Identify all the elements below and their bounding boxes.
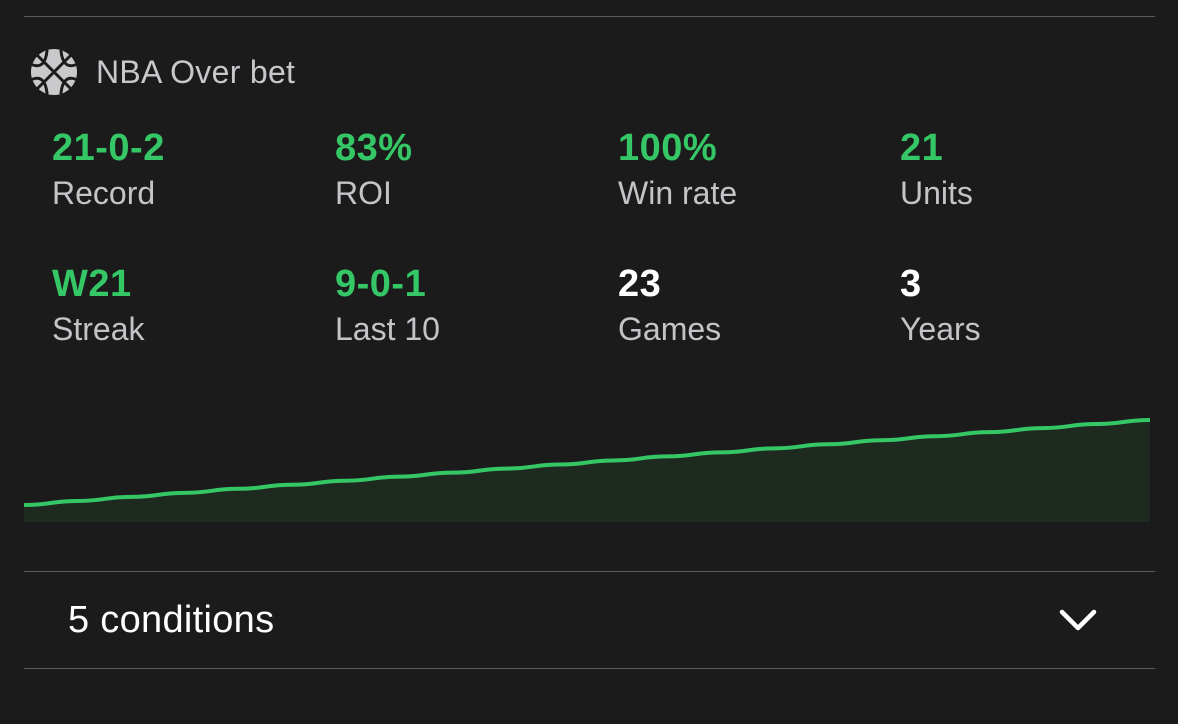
- stat-streak: W21 Streak: [52, 262, 312, 349]
- chart-area: [24, 420, 1150, 522]
- top-divider: [24, 16, 1155, 17]
- record-label: Record: [52, 175, 156, 211]
- roi-value: 83%: [335, 127, 413, 169]
- stat-record: 21-0-2 Record: [52, 126, 312, 213]
- last-10-label: Last 10: [335, 311, 440, 347]
- roi-label: ROI: [335, 175, 392, 211]
- basketball-icon: [31, 49, 77, 95]
- conditions-toggle[interactable]: 5 conditions: [24, 572, 1155, 668]
- units-trend-chart: [24, 418, 1150, 522]
- win-rate-value: 100%: [618, 127, 718, 169]
- win-rate-label: Win rate: [618, 175, 738, 211]
- stat-roi: 83% ROI: [335, 126, 595, 213]
- stat-win-rate: 100% Win rate: [618, 126, 878, 213]
- bet-title: NBA Over bet: [96, 53, 296, 90]
- record-value: 21-0-2: [52, 127, 165, 169]
- stat-games: 23 Games: [618, 262, 878, 349]
- years-value: 3: [900, 263, 922, 305]
- bottom-divider: [24, 668, 1155, 669]
- conditions-label: 5 conditions: [68, 598, 275, 641]
- games-value: 23: [618, 263, 662, 305]
- games-label: Games: [618, 311, 722, 347]
- streak-label: Streak: [52, 311, 145, 347]
- stat-years: 3 Years: [900, 262, 1160, 349]
- chevron-down-icon[interactable]: [1059, 608, 1097, 632]
- last-10-value: 9-0-1: [335, 263, 427, 305]
- streak-value: W21: [52, 263, 132, 305]
- units-value: 21: [900, 127, 944, 169]
- years-label: Years: [900, 311, 981, 347]
- units-label: Units: [900, 175, 973, 211]
- bet-card: NBA Over bet 21-0-2 Record 83% ROI 100% …: [0, 0, 1178, 724]
- stat-last-10: 9-0-1 Last 10: [335, 262, 595, 349]
- card-header: NBA Over bet: [29, 46, 295, 98]
- stat-units: 21 Units: [900, 126, 1160, 213]
